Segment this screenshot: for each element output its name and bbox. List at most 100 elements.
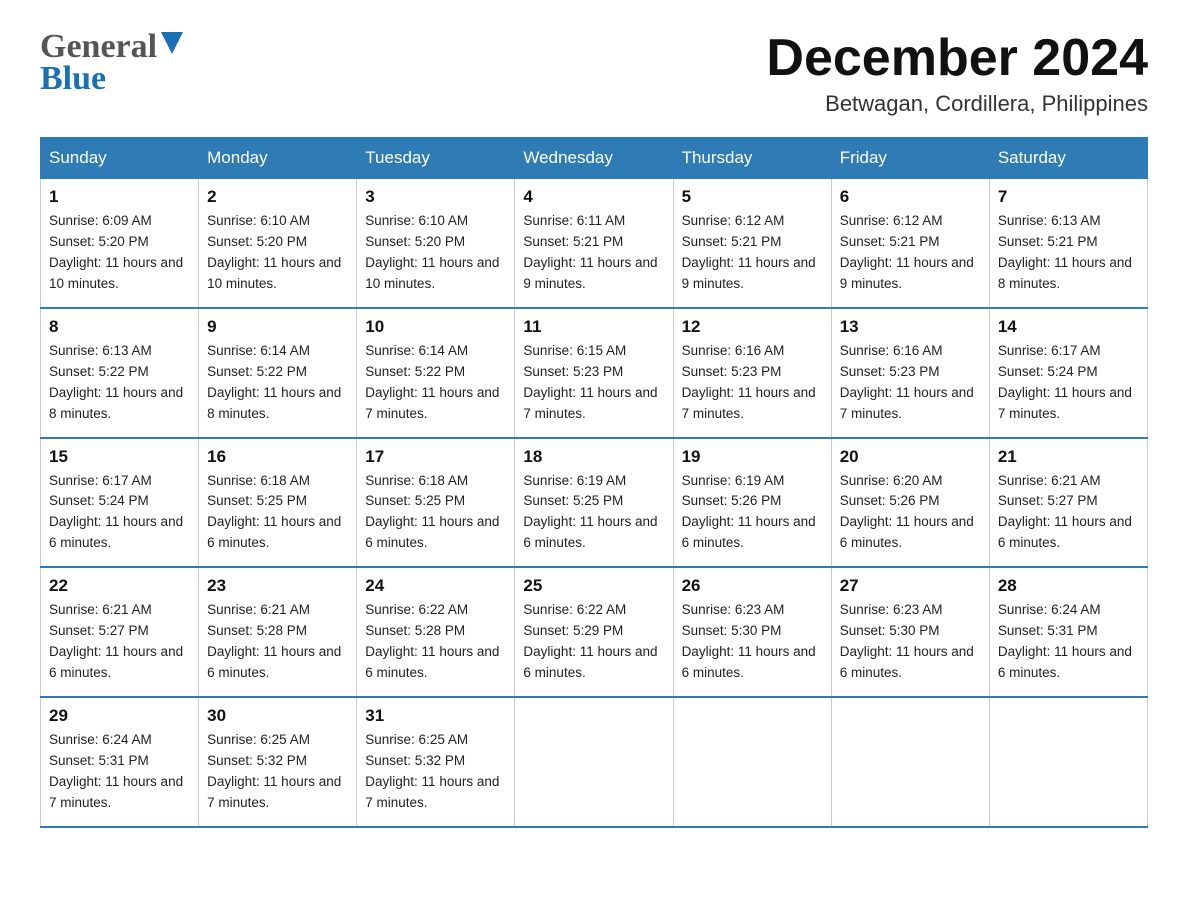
day-info: Sunrise: 6:14 AMSunset: 5:22 PMDaylight:…	[207, 343, 341, 421]
day-number: 3	[365, 187, 506, 207]
day-number: 7	[998, 187, 1139, 207]
day-info: Sunrise: 6:12 AMSunset: 5:21 PMDaylight:…	[840, 213, 974, 291]
day-number: 5	[682, 187, 823, 207]
day-info: Sunrise: 6:10 AMSunset: 5:20 PMDaylight:…	[207, 213, 341, 291]
calendar-week-row: 8 Sunrise: 6:13 AMSunset: 5:22 PMDayligh…	[41, 308, 1148, 438]
day-info: Sunrise: 6:13 AMSunset: 5:22 PMDaylight:…	[49, 343, 183, 421]
day-number: 20	[840, 447, 981, 467]
day-number: 28	[998, 576, 1139, 596]
calendar-cell: 31 Sunrise: 6:25 AMSunset: 5:32 PMDaylig…	[357, 697, 515, 827]
day-number: 18	[523, 447, 664, 467]
day-info: Sunrise: 6:20 AMSunset: 5:26 PMDaylight:…	[840, 473, 974, 551]
calendar-cell: 23 Sunrise: 6:21 AMSunset: 5:28 PMDaylig…	[199, 567, 357, 697]
day-number: 15	[49, 447, 190, 467]
page-header: General Blue December 2024 Betwagan, Cor…	[40, 30, 1148, 117]
day-info: Sunrise: 6:10 AMSunset: 5:20 PMDaylight:…	[365, 213, 499, 291]
calendar-header-row: SundayMondayTuesdayWednesdayThursdayFrid…	[41, 138, 1148, 179]
day-number: 31	[365, 706, 506, 726]
day-info: Sunrise: 6:23 AMSunset: 5:30 PMDaylight:…	[840, 602, 974, 680]
day-info: Sunrise: 6:18 AMSunset: 5:25 PMDaylight:…	[207, 473, 341, 551]
logo-blue-text: Blue	[40, 60, 106, 98]
calendar-week-row: 22 Sunrise: 6:21 AMSunset: 5:27 PMDaylig…	[41, 567, 1148, 697]
calendar-cell: 2 Sunrise: 6:10 AMSunset: 5:20 PMDayligh…	[199, 179, 357, 308]
calendar-cell: 25 Sunrise: 6:22 AMSunset: 5:29 PMDaylig…	[515, 567, 673, 697]
day-number: 23	[207, 576, 348, 596]
calendar-cell: 10 Sunrise: 6:14 AMSunset: 5:22 PMDaylig…	[357, 308, 515, 438]
calendar-cell: 13 Sunrise: 6:16 AMSunset: 5:23 PMDaylig…	[831, 308, 989, 438]
day-info: Sunrise: 6:11 AMSunset: 5:21 PMDaylight:…	[523, 213, 657, 291]
day-info: Sunrise: 6:24 AMSunset: 5:31 PMDaylight:…	[998, 602, 1132, 680]
calendar-cell: 27 Sunrise: 6:23 AMSunset: 5:30 PMDaylig…	[831, 567, 989, 697]
calendar-cell	[831, 697, 989, 827]
calendar-week-row: 1 Sunrise: 6:09 AMSunset: 5:20 PMDayligh…	[41, 179, 1148, 308]
day-info: Sunrise: 6:17 AMSunset: 5:24 PMDaylight:…	[49, 473, 183, 551]
calendar-cell: 4 Sunrise: 6:11 AMSunset: 5:21 PMDayligh…	[515, 179, 673, 308]
day-info: Sunrise: 6:22 AMSunset: 5:28 PMDaylight:…	[365, 602, 499, 680]
month-title: December 2024	[766, 30, 1148, 87]
day-number: 22	[49, 576, 190, 596]
calendar-cell: 28 Sunrise: 6:24 AMSunset: 5:31 PMDaylig…	[989, 567, 1147, 697]
day-info: Sunrise: 6:15 AMSunset: 5:23 PMDaylight:…	[523, 343, 657, 421]
calendar-table: SundayMondayTuesdayWednesdayThursdayFrid…	[40, 137, 1148, 827]
calendar-week-row: 29 Sunrise: 6:24 AMSunset: 5:31 PMDaylig…	[41, 697, 1148, 827]
column-header-monday: Monday	[199, 138, 357, 179]
day-info: Sunrise: 6:19 AMSunset: 5:25 PMDaylight:…	[523, 473, 657, 551]
calendar-cell: 11 Sunrise: 6:15 AMSunset: 5:23 PMDaylig…	[515, 308, 673, 438]
calendar-cell: 22 Sunrise: 6:21 AMSunset: 5:27 PMDaylig…	[41, 567, 199, 697]
day-number: 12	[682, 317, 823, 337]
day-info: Sunrise: 6:25 AMSunset: 5:32 PMDaylight:…	[207, 732, 341, 810]
day-number: 11	[523, 317, 664, 337]
calendar-cell: 30 Sunrise: 6:25 AMSunset: 5:32 PMDaylig…	[199, 697, 357, 827]
calendar-cell: 15 Sunrise: 6:17 AMSunset: 5:24 PMDaylig…	[41, 438, 199, 568]
calendar-cell	[673, 697, 831, 827]
calendar-cell: 26 Sunrise: 6:23 AMSunset: 5:30 PMDaylig…	[673, 567, 831, 697]
day-number: 10	[365, 317, 506, 337]
day-number: 13	[840, 317, 981, 337]
calendar-week-row: 15 Sunrise: 6:17 AMSunset: 5:24 PMDaylig…	[41, 438, 1148, 568]
calendar-cell: 20 Sunrise: 6:20 AMSunset: 5:26 PMDaylig…	[831, 438, 989, 568]
column-header-wednesday: Wednesday	[515, 138, 673, 179]
calendar-cell	[989, 697, 1147, 827]
day-number: 30	[207, 706, 348, 726]
calendar-cell: 16 Sunrise: 6:18 AMSunset: 5:25 PMDaylig…	[199, 438, 357, 568]
column-header-tuesday: Tuesday	[357, 138, 515, 179]
location-subtitle: Betwagan, Cordillera, Philippines	[766, 91, 1148, 117]
day-info: Sunrise: 6:16 AMSunset: 5:23 PMDaylight:…	[840, 343, 974, 421]
day-number: 16	[207, 447, 348, 467]
day-info: Sunrise: 6:16 AMSunset: 5:23 PMDaylight:…	[682, 343, 816, 421]
column-header-sunday: Sunday	[41, 138, 199, 179]
day-info: Sunrise: 6:19 AMSunset: 5:26 PMDaylight:…	[682, 473, 816, 551]
logo-general-text: General	[40, 30, 157, 64]
calendar-cell: 7 Sunrise: 6:13 AMSunset: 5:21 PMDayligh…	[989, 179, 1147, 308]
column-header-friday: Friday	[831, 138, 989, 179]
day-number: 29	[49, 706, 190, 726]
day-number: 19	[682, 447, 823, 467]
column-header-thursday: Thursday	[673, 138, 831, 179]
day-number: 6	[840, 187, 981, 207]
calendar-cell: 18 Sunrise: 6:19 AMSunset: 5:25 PMDaylig…	[515, 438, 673, 568]
day-number: 4	[523, 187, 664, 207]
day-info: Sunrise: 6:21 AMSunset: 5:27 PMDaylight:…	[998, 473, 1132, 551]
day-info: Sunrise: 6:25 AMSunset: 5:32 PMDaylight:…	[365, 732, 499, 810]
calendar-cell: 29 Sunrise: 6:24 AMSunset: 5:31 PMDaylig…	[41, 697, 199, 827]
day-number: 14	[998, 317, 1139, 337]
calendar-cell: 9 Sunrise: 6:14 AMSunset: 5:22 PMDayligh…	[199, 308, 357, 438]
day-number: 8	[49, 317, 190, 337]
calendar-cell: 21 Sunrise: 6:21 AMSunset: 5:27 PMDaylig…	[989, 438, 1147, 568]
calendar-cell: 6 Sunrise: 6:12 AMSunset: 5:21 PMDayligh…	[831, 179, 989, 308]
day-info: Sunrise: 6:21 AMSunset: 5:28 PMDaylight:…	[207, 602, 341, 680]
day-info: Sunrise: 6:24 AMSunset: 5:31 PMDaylight:…	[49, 732, 183, 810]
day-number: 9	[207, 317, 348, 337]
calendar-cell: 3 Sunrise: 6:10 AMSunset: 5:20 PMDayligh…	[357, 179, 515, 308]
column-header-saturday: Saturday	[989, 138, 1147, 179]
title-area: December 2024 Betwagan, Cordillera, Phil…	[766, 30, 1148, 117]
day-number: 2	[207, 187, 348, 207]
day-number: 17	[365, 447, 506, 467]
calendar-cell: 14 Sunrise: 6:17 AMSunset: 5:24 PMDaylig…	[989, 308, 1147, 438]
day-info: Sunrise: 6:14 AMSunset: 5:22 PMDaylight:…	[365, 343, 499, 421]
day-number: 25	[523, 576, 664, 596]
logo-arrow-icon	[161, 32, 183, 58]
calendar-cell: 24 Sunrise: 6:22 AMSunset: 5:28 PMDaylig…	[357, 567, 515, 697]
day-info: Sunrise: 6:09 AMSunset: 5:20 PMDaylight:…	[49, 213, 183, 291]
day-number: 21	[998, 447, 1139, 467]
